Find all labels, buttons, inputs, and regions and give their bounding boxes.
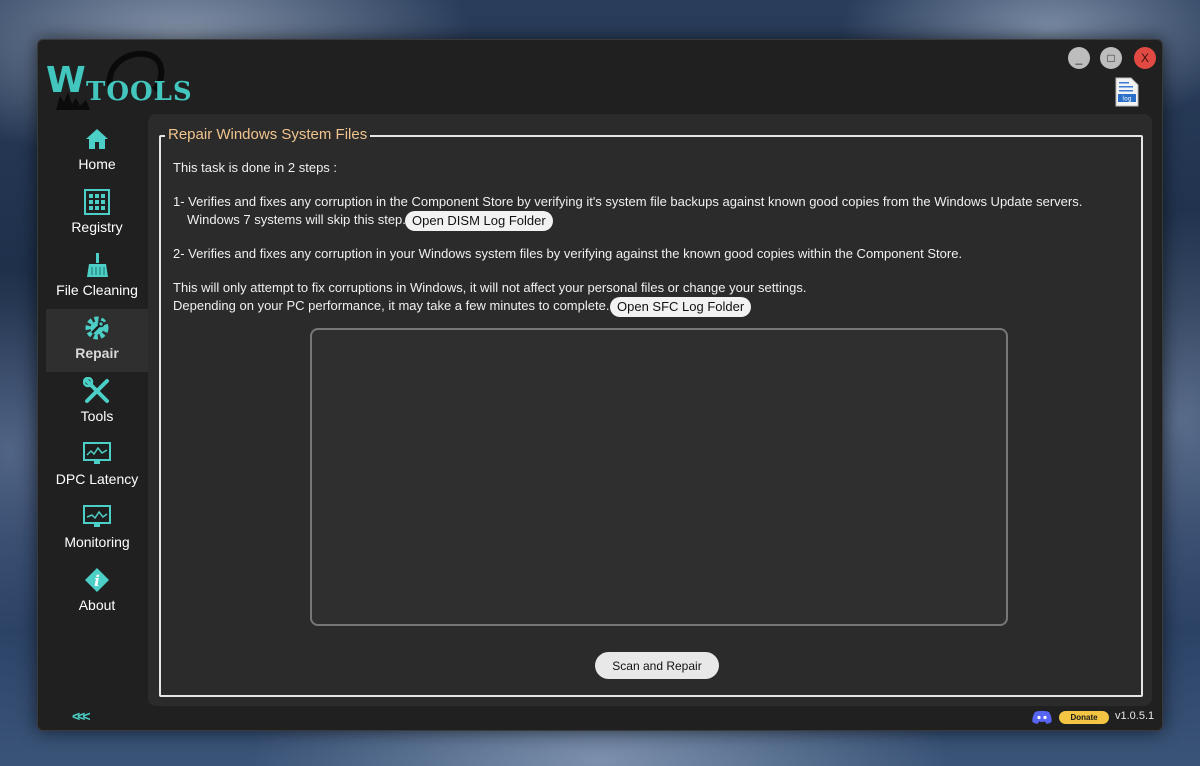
sidebar-item-home[interactable]: Home bbox=[46, 120, 148, 183]
step1-text: 1- Verifies and fixes any corruption in … bbox=[173, 194, 1083, 209]
sidebar-item-label: About bbox=[78, 597, 116, 613]
log-icon-label: log bbox=[1122, 96, 1131, 103]
output-textarea[interactable] bbox=[310, 328, 1008, 626]
step2-text: 2- Verifies and fixes any corruption in … bbox=[173, 246, 963, 261]
discord-button[interactable] bbox=[1032, 710, 1052, 724]
close-button[interactable]: X bbox=[1134, 47, 1156, 69]
maximize-button[interactable]: □ bbox=[1100, 47, 1122, 69]
log-file-button[interactable]: log bbox=[1115, 77, 1139, 107]
sidebar-item-monitoring[interactable]: Monitoring bbox=[46, 498, 148, 561]
monitor-icon bbox=[83, 504, 111, 530]
registry-icon bbox=[84, 189, 110, 215]
sidebar-item-label: Monitoring bbox=[64, 534, 130, 550]
intro-text: This task is done in 2 steps : bbox=[173, 160, 338, 175]
open-dism-log-button[interactable]: Open DISM Log Folder bbox=[405, 211, 553, 231]
logo-text: TOOLS bbox=[86, 77, 193, 107]
logo-silhouette-icon bbox=[56, 92, 90, 110]
note-text: This will only attempt to fix corruption… bbox=[173, 280, 807, 295]
svg-text:i: i bbox=[94, 572, 100, 590]
sidebar-item-registry[interactable]: Registry bbox=[46, 183, 148, 246]
info-icon: i bbox=[84, 567, 110, 593]
home-icon bbox=[85, 126, 109, 152]
monitor-icon bbox=[83, 441, 111, 467]
discord-icon bbox=[1032, 710, 1052, 724]
step1-note: Windows 7 systems will skip this step. bbox=[187, 212, 406, 227]
collapse-sidebar-button[interactable]: <<< bbox=[72, 708, 90, 724]
sidebar: Home Registry File Cleaning Repair Tools… bbox=[38, 120, 148, 680]
sidebar-item-tools[interactable]: Tools bbox=[46, 372, 148, 435]
sidebar-item-label: DPC Latency bbox=[55, 471, 139, 487]
sidebar-item-label: Registry bbox=[71, 219, 123, 235]
sidebar-item-label: Home bbox=[78, 156, 116, 172]
tools-icon bbox=[83, 377, 111, 404]
donate-button[interactable]: Donate bbox=[1059, 711, 1109, 724]
scan-and-repair-button[interactable]: Scan and Repair bbox=[595, 652, 719, 679]
broom-icon bbox=[84, 252, 110, 278]
sidebar-item-about[interactable]: i About bbox=[46, 561, 148, 624]
gear-icon bbox=[83, 315, 111, 341]
page-title: Repair Windows System Files bbox=[165, 126, 371, 143]
sidebar-item-label: File Cleaning bbox=[56, 282, 138, 298]
version-label: v1.0.5.1 bbox=[1115, 710, 1155, 722]
app-logo: W TOOLS bbox=[44, 44, 192, 114]
sidebar-item-dpc-latency[interactable]: DPC Latency bbox=[46, 435, 148, 498]
sidebar-item-label: Repair bbox=[75, 345, 119, 361]
log-file-icon: log bbox=[1115, 77, 1139, 107]
duration-text: Depending on your PC performance, it may… bbox=[173, 298, 610, 313]
open-sfc-log-button[interactable]: Open SFC Log Folder bbox=[610, 297, 752, 317]
minimize-button[interactable]: _ bbox=[1068, 47, 1090, 69]
sidebar-item-label: Tools bbox=[80, 408, 114, 424]
main-panel: Repair Windows System Files This task is… bbox=[148, 114, 1152, 706]
repair-groupbox: Repair Windows System Files This task is… bbox=[159, 126, 1143, 697]
app-window: W TOOLS _ □ X log Home Registry File Cle… bbox=[37, 39, 1163, 731]
sidebar-item-file-cleaning[interactable]: File Cleaning bbox=[46, 246, 148, 309]
sidebar-item-repair[interactable]: Repair bbox=[46, 309, 148, 372]
